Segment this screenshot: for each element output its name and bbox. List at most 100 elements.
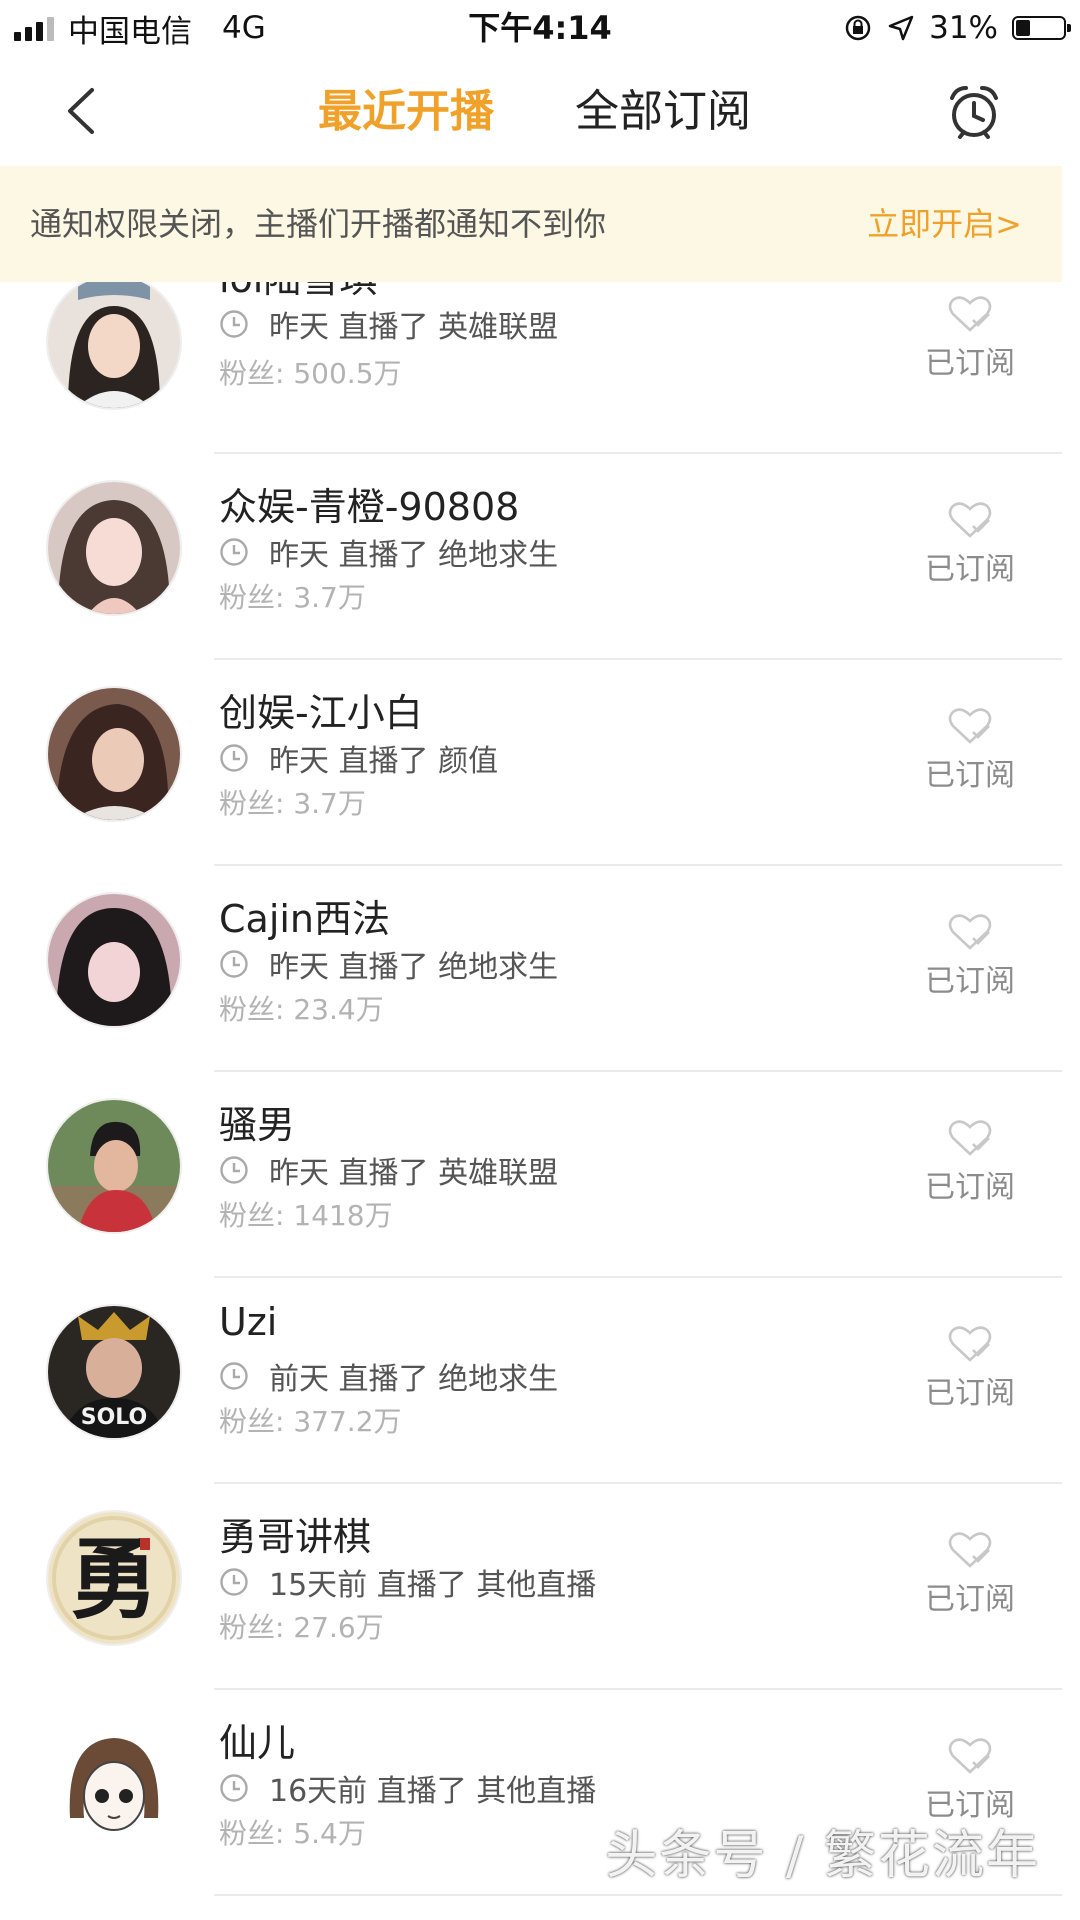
streamer-list: lol陆雪琪 昨天 直播了 英雄联盟 粉丝: 500.5万 已订阅 众娱-青橙-… bbox=[0, 282, 1062, 1920]
row-divider bbox=[214, 1894, 1062, 1896]
live-info: 16天前 直播了 其他直播 bbox=[219, 1766, 596, 1810]
streamer-name: 骚男 bbox=[219, 1103, 296, 1147]
list-item[interactable]: Cajin西法 昨天 直播了 绝地求生 粉丝: 23.4万 已订阅 bbox=[0, 866, 1062, 1072]
fans-count: 粉丝: 27.6万 bbox=[219, 1606, 384, 1646]
fans-count: 粉丝: 1418万 bbox=[219, 1194, 393, 1234]
live-time: 昨天 bbox=[269, 744, 329, 779]
fans-label: 粉丝: bbox=[219, 1199, 285, 1232]
fans-count: 粉丝: 3.7万 bbox=[219, 576, 366, 616]
live-time: 昨天 bbox=[269, 1156, 329, 1191]
fans-label: 粉丝: bbox=[219, 787, 285, 820]
watermark: 头条号 / 繁花流年 bbox=[605, 1826, 1040, 1886]
avatar bbox=[46, 1716, 182, 1852]
avatar: 勇 bbox=[46, 1510, 182, 1646]
heart-check-icon bbox=[948, 1326, 992, 1362]
subscribed-label: 已订阅 bbox=[925, 758, 1015, 793]
live-action: 直播了 bbox=[338, 1362, 429, 1397]
fans-count: 粉丝: 377.2万 bbox=[219, 1400, 402, 1440]
avatar bbox=[46, 686, 182, 822]
live-info: 昨天 直播了 绝地求生 bbox=[219, 530, 558, 574]
list-item[interactable]: 创娱-江小白 昨天 直播了 颜值 粉丝: 3.7万 已订阅 bbox=[0, 660, 1062, 866]
subscribed-button[interactable]: 已订阅 bbox=[910, 1736, 1030, 1824]
location-arrow-icon bbox=[888, 15, 914, 41]
live-time: 昨天 bbox=[269, 310, 329, 345]
subscribed-label: 已订阅 bbox=[925, 1170, 1015, 1205]
streamer-name: 勇哥讲棋 bbox=[219, 1515, 372, 1559]
enable-notifications-link[interactable]: 立即开启> bbox=[867, 166, 1022, 282]
clock-icon bbox=[220, 1774, 248, 1802]
streamer-name: Uzi bbox=[219, 1300, 278, 1344]
streamer-name: 创娱-江小白 bbox=[219, 691, 423, 735]
nav-bar: 最近开播 全部订阅 bbox=[0, 56, 1080, 166]
fans-count: 粉丝: 3.7万 bbox=[219, 782, 366, 822]
fans-label: 粉丝: bbox=[219, 993, 285, 1026]
subscribed-button[interactable]: 已订阅 bbox=[910, 500, 1030, 588]
heart-check-icon bbox=[948, 502, 992, 538]
live-info: 昨天 直播了 英雄联盟 bbox=[219, 1148, 558, 1192]
heart-check-icon bbox=[948, 1532, 992, 1568]
streamer-name: Cajin西法 bbox=[219, 897, 391, 941]
live-time: 15天前 bbox=[269, 1568, 368, 1603]
live-action: 直播了 bbox=[338, 310, 429, 345]
heart-check-icon bbox=[948, 1120, 992, 1156]
live-time: 昨天 bbox=[269, 538, 329, 573]
subscribed-button[interactable]: 已订阅 bbox=[910, 1530, 1030, 1618]
fans-value: 23.4万 bbox=[293, 993, 384, 1026]
live-category: 绝地求生 bbox=[438, 1362, 559, 1397]
battery-percent: 31% bbox=[929, 10, 998, 46]
tab-recent-live[interactable]: 最近开播 bbox=[318, 82, 494, 142]
solo-badge-text: SOLO bbox=[81, 1405, 147, 1430]
clock-icon bbox=[220, 744, 248, 772]
live-category: 绝地求生 bbox=[438, 950, 559, 985]
list-item[interactable]: 骚男 昨天 直播了 英雄联盟 粉丝: 1418万 已订阅 bbox=[0, 1072, 1062, 1278]
subscribed-label: 已订阅 bbox=[925, 1376, 1015, 1411]
fans-value: 500.5万 bbox=[293, 357, 402, 390]
live-info: 前天 直播了 绝地求生 bbox=[219, 1354, 558, 1398]
clock-icon bbox=[220, 310, 248, 338]
fans-value: 27.6万 bbox=[293, 1611, 384, 1644]
fans-value: 3.7万 bbox=[293, 787, 366, 820]
fans-label: 粉丝: bbox=[219, 1817, 285, 1850]
fans-value: 377.2万 bbox=[293, 1405, 402, 1438]
live-action: 直播了 bbox=[338, 538, 429, 573]
avatar: SOLO bbox=[46, 1304, 182, 1440]
status-bar: 中国电信 4G 下午4:14 31% bbox=[0, 0, 1080, 56]
live-category: 英雄联盟 bbox=[438, 1156, 559, 1191]
subscribed-label: 已订阅 bbox=[925, 1582, 1015, 1617]
live-category: 其他直播 bbox=[476, 1774, 597, 1809]
fans-label: 粉丝: bbox=[219, 581, 285, 614]
subscribed-button[interactable]: 已订阅 bbox=[910, 1324, 1030, 1412]
list-item[interactable]: SOLO Uzi 前天 直播了 绝地求生 粉丝: 377.2万 已订阅 bbox=[0, 1278, 1062, 1484]
live-info: 昨天 直播了 英雄联盟 bbox=[219, 302, 558, 346]
live-time: 16天前 bbox=[269, 1774, 368, 1809]
live-info: 15天前 直播了 其他直播 bbox=[219, 1560, 596, 1604]
subscribed-button[interactable]: 已订阅 bbox=[910, 294, 1030, 382]
live-category: 英雄联盟 bbox=[438, 310, 559, 345]
heart-check-icon bbox=[948, 1738, 992, 1774]
fans-value: 5.4万 bbox=[293, 1817, 366, 1850]
fans-value: 1418万 bbox=[293, 1199, 393, 1232]
subscribed-label: 已订阅 bbox=[925, 346, 1015, 381]
status-right: 31% bbox=[843, 6, 1071, 50]
clock-icon bbox=[220, 1568, 248, 1596]
alarm-clock-icon[interactable] bbox=[946, 82, 1002, 142]
fans-value: 3.7万 bbox=[293, 581, 366, 614]
subscribed-label: 已订阅 bbox=[925, 964, 1015, 999]
subscribed-button[interactable]: 已订阅 bbox=[910, 706, 1030, 794]
subscribed-button[interactable]: 已订阅 bbox=[910, 912, 1030, 1000]
tab-all-subscriptions[interactable]: 全部订阅 bbox=[575, 82, 751, 142]
live-time: 昨天 bbox=[269, 950, 329, 985]
subscribed-button[interactable]: 已订阅 bbox=[910, 1118, 1030, 1206]
clock-icon bbox=[220, 950, 248, 978]
heart-check-icon bbox=[948, 296, 992, 332]
heart-check-icon bbox=[948, 914, 992, 950]
list-item[interactable]: lol陆雪琪 昨天 直播了 英雄联盟 粉丝: 500.5万 已订阅 bbox=[0, 282, 1062, 454]
list-item[interactable]: 众娱-青橙-90808 昨天 直播了 绝地求生 粉丝: 3.7万 已订阅 bbox=[0, 454, 1062, 660]
live-category: 其他直播 bbox=[476, 1568, 597, 1603]
back-chevron-icon[interactable] bbox=[62, 86, 102, 136]
live-info: 昨天 直播了 绝地求生 bbox=[219, 942, 558, 986]
list-item[interactable]: 勇 勇哥讲棋 15天前 直播了 其他直播 粉丝: 27.6万 已订阅 bbox=[0, 1484, 1062, 1690]
streamer-name: lol陆雪琪 bbox=[219, 282, 377, 303]
live-info: 昨天 直播了 颜值 bbox=[219, 736, 498, 780]
fans-label: 粉丝: bbox=[219, 1611, 285, 1644]
